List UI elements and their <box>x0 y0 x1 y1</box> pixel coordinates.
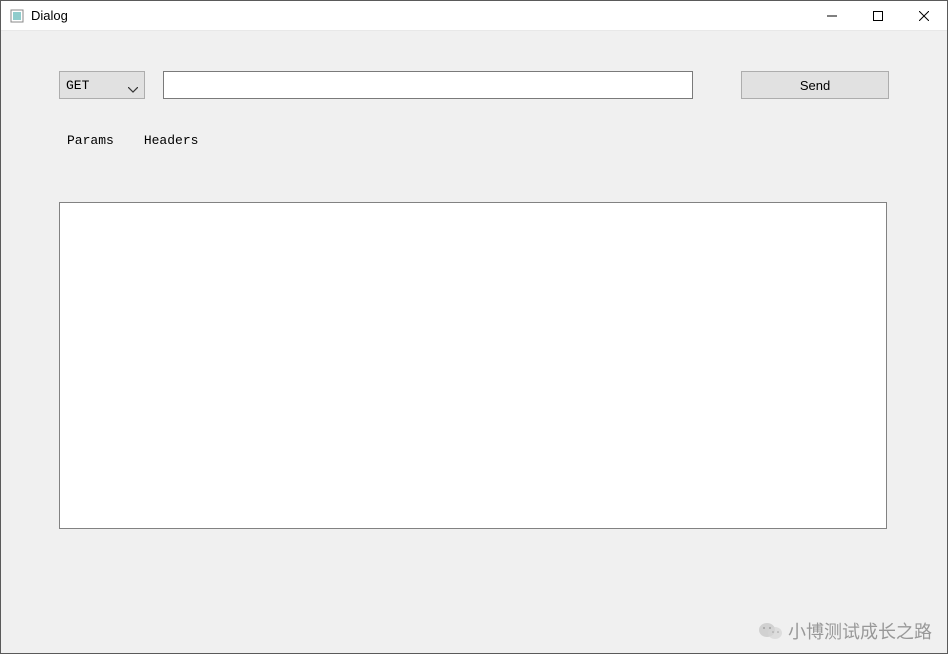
app-icon <box>9 8 25 24</box>
send-button[interactable]: Send <box>741 71 889 99</box>
maximize-button[interactable] <box>855 1 901 31</box>
close-button[interactable] <box>901 1 947 31</box>
minimize-button[interactable] <box>809 1 855 31</box>
tab-params[interactable]: Params <box>67 133 114 148</box>
watermark: 小博测试成长之路 <box>758 618 932 644</box>
client-area: GET Send Params Headers <box>1 31 947 653</box>
tabs-row: Params Headers <box>59 133 889 148</box>
window-title: Dialog <box>31 8 68 23</box>
url-input[interactable] <box>163 71 693 99</box>
http-method-select[interactable]: GET <box>59 71 145 99</box>
watermark-text: 小博测试成长之路 <box>788 618 932 644</box>
chevron-down-icon <box>128 82 138 88</box>
send-button-label: Send <box>800 78 830 93</box>
response-textarea[interactable] <box>59 202 887 529</box>
wechat-icon <box>758 620 784 642</box>
dialog-window: Dialog GET Send Params Header <box>0 0 948 654</box>
tab-headers[interactable]: Headers <box>144 133 199 148</box>
request-row: GET Send <box>59 71 889 99</box>
http-method-value: GET <box>66 78 89 93</box>
titlebar: Dialog <box>1 1 947 31</box>
